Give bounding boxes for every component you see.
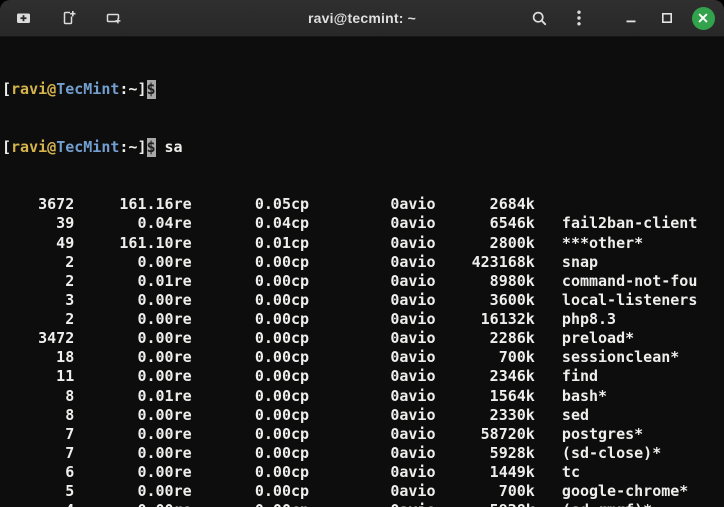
prompt-suffix: :~]	[119, 80, 147, 99]
sa-output-row: 39 0.04re 0.04cp 0avio 6546k fail2ban-cl…	[2, 214, 698, 233]
maximize-button[interactable]	[652, 3, 682, 33]
sa-output-row: 2 0.00re 0.00cp 0avio 16132k php8.3	[2, 310, 617, 329]
new-terminal-icon	[106, 13, 120, 24]
sa-output-row: 5 0.00re 0.00cp 0avio 700k google-chrome…	[2, 482, 689, 501]
titlebar-left-buttons	[6, 3, 130, 33]
prompt-dollar-block: $	[146, 137, 156, 157]
new-terminal-button[interactable]	[96, 3, 130, 33]
terminal-screen[interactable]: [ravi@TecMint:~]$ [ravi@TecMint:~]$ sa 36…	[0, 37, 724, 507]
sa-output-row: 3472 0.00re 0.00cp 0avio 2286k preload*	[2, 329, 635, 348]
sa-output-row: 7 0.00re 0.00cp 0avio 5928k (sd-close)*	[2, 444, 662, 463]
close-icon	[698, 13, 708, 23]
terminal-window: ravi@tecmint: ~ [ravi@TecMint:~]$ [ravi@…	[0, 0, 724, 507]
prompt-line-command: [ravi@TecMint:~]$ sa	[2, 137, 724, 157]
search-button[interactable]	[522, 3, 556, 33]
sa-output-row: 11 0.00re 0.00cp 0avio 2346k find	[2, 367, 599, 386]
sa-output-row: 49 161.10re 0.01cp 0avio 2800k ***other*	[2, 233, 644, 252]
sa-output-row: 3672 161.16re 0.05cp 0avio 2684k	[2, 195, 535, 214]
sa-output-row: 7 0.00re 0.00cp 0avio 58720k postgres*	[2, 424, 644, 443]
prompt-bracket: [	[2, 80, 12, 99]
close-button[interactable]	[688, 3, 718, 33]
sa-output-row: 8 0.01re 0.00cp 0avio 1564k bash*	[2, 386, 608, 405]
typed-command: sa	[164, 137, 183, 156]
new-tab-button[interactable]	[51, 3, 85, 33]
close-circle	[691, 6, 715, 30]
prompt-host: TecMint	[56, 137, 120, 156]
new-tab-icon	[63, 11, 76, 25]
prompt-line: [ravi@TecMint:~]$	[2, 80, 724, 100]
sa-output-row: 2 0.00re 0.00cp 0avio 423168k snap	[2, 252, 599, 271]
prompt-bracket: [	[2, 137, 12, 156]
search-icon	[532, 11, 546, 25]
prompt-dollar-block: $	[146, 80, 156, 100]
new-window-button[interactable]	[6, 3, 40, 33]
new-window-icon	[16, 13, 30, 23]
menu-button[interactable]	[562, 3, 596, 33]
prompt-user: ravi@	[11, 80, 57, 99]
menu-kebab-icon	[577, 10, 581, 26]
maximize-icon	[661, 12, 672, 23]
minimize-button[interactable]	[616, 3, 646, 33]
sa-output-row: 6 0.00re 0.00cp 0avio 1449k tc	[2, 463, 580, 482]
titlebar[interactable]: ravi@tecmint: ~	[0, 0, 724, 37]
sa-output-row: 4 0.00re 0.00cp 0avio 5928k (sd-rmrf)*	[2, 501, 724, 507]
prompt-suffix: :~]	[119, 137, 147, 156]
prompt-user: ravi@	[11, 137, 57, 156]
sa-output-row: 18 0.00re 0.00cp 0avio 700k sessionclean…	[2, 348, 680, 367]
minimize-icon	[626, 20, 636, 23]
sa-output-row: 2 0.01re 0.00cp 0avio 8980k command-not-…	[2, 271, 698, 290]
sa-output-row: 3 0.00re 0.00cp 0avio 3600k local-listen…	[2, 290, 698, 309]
sa-output-row: 8 0.00re 0.00cp 0avio 2330k sed	[2, 405, 589, 424]
prompt-host: TecMint	[56, 80, 120, 99]
titlebar-right-buttons	[522, 3, 718, 33]
